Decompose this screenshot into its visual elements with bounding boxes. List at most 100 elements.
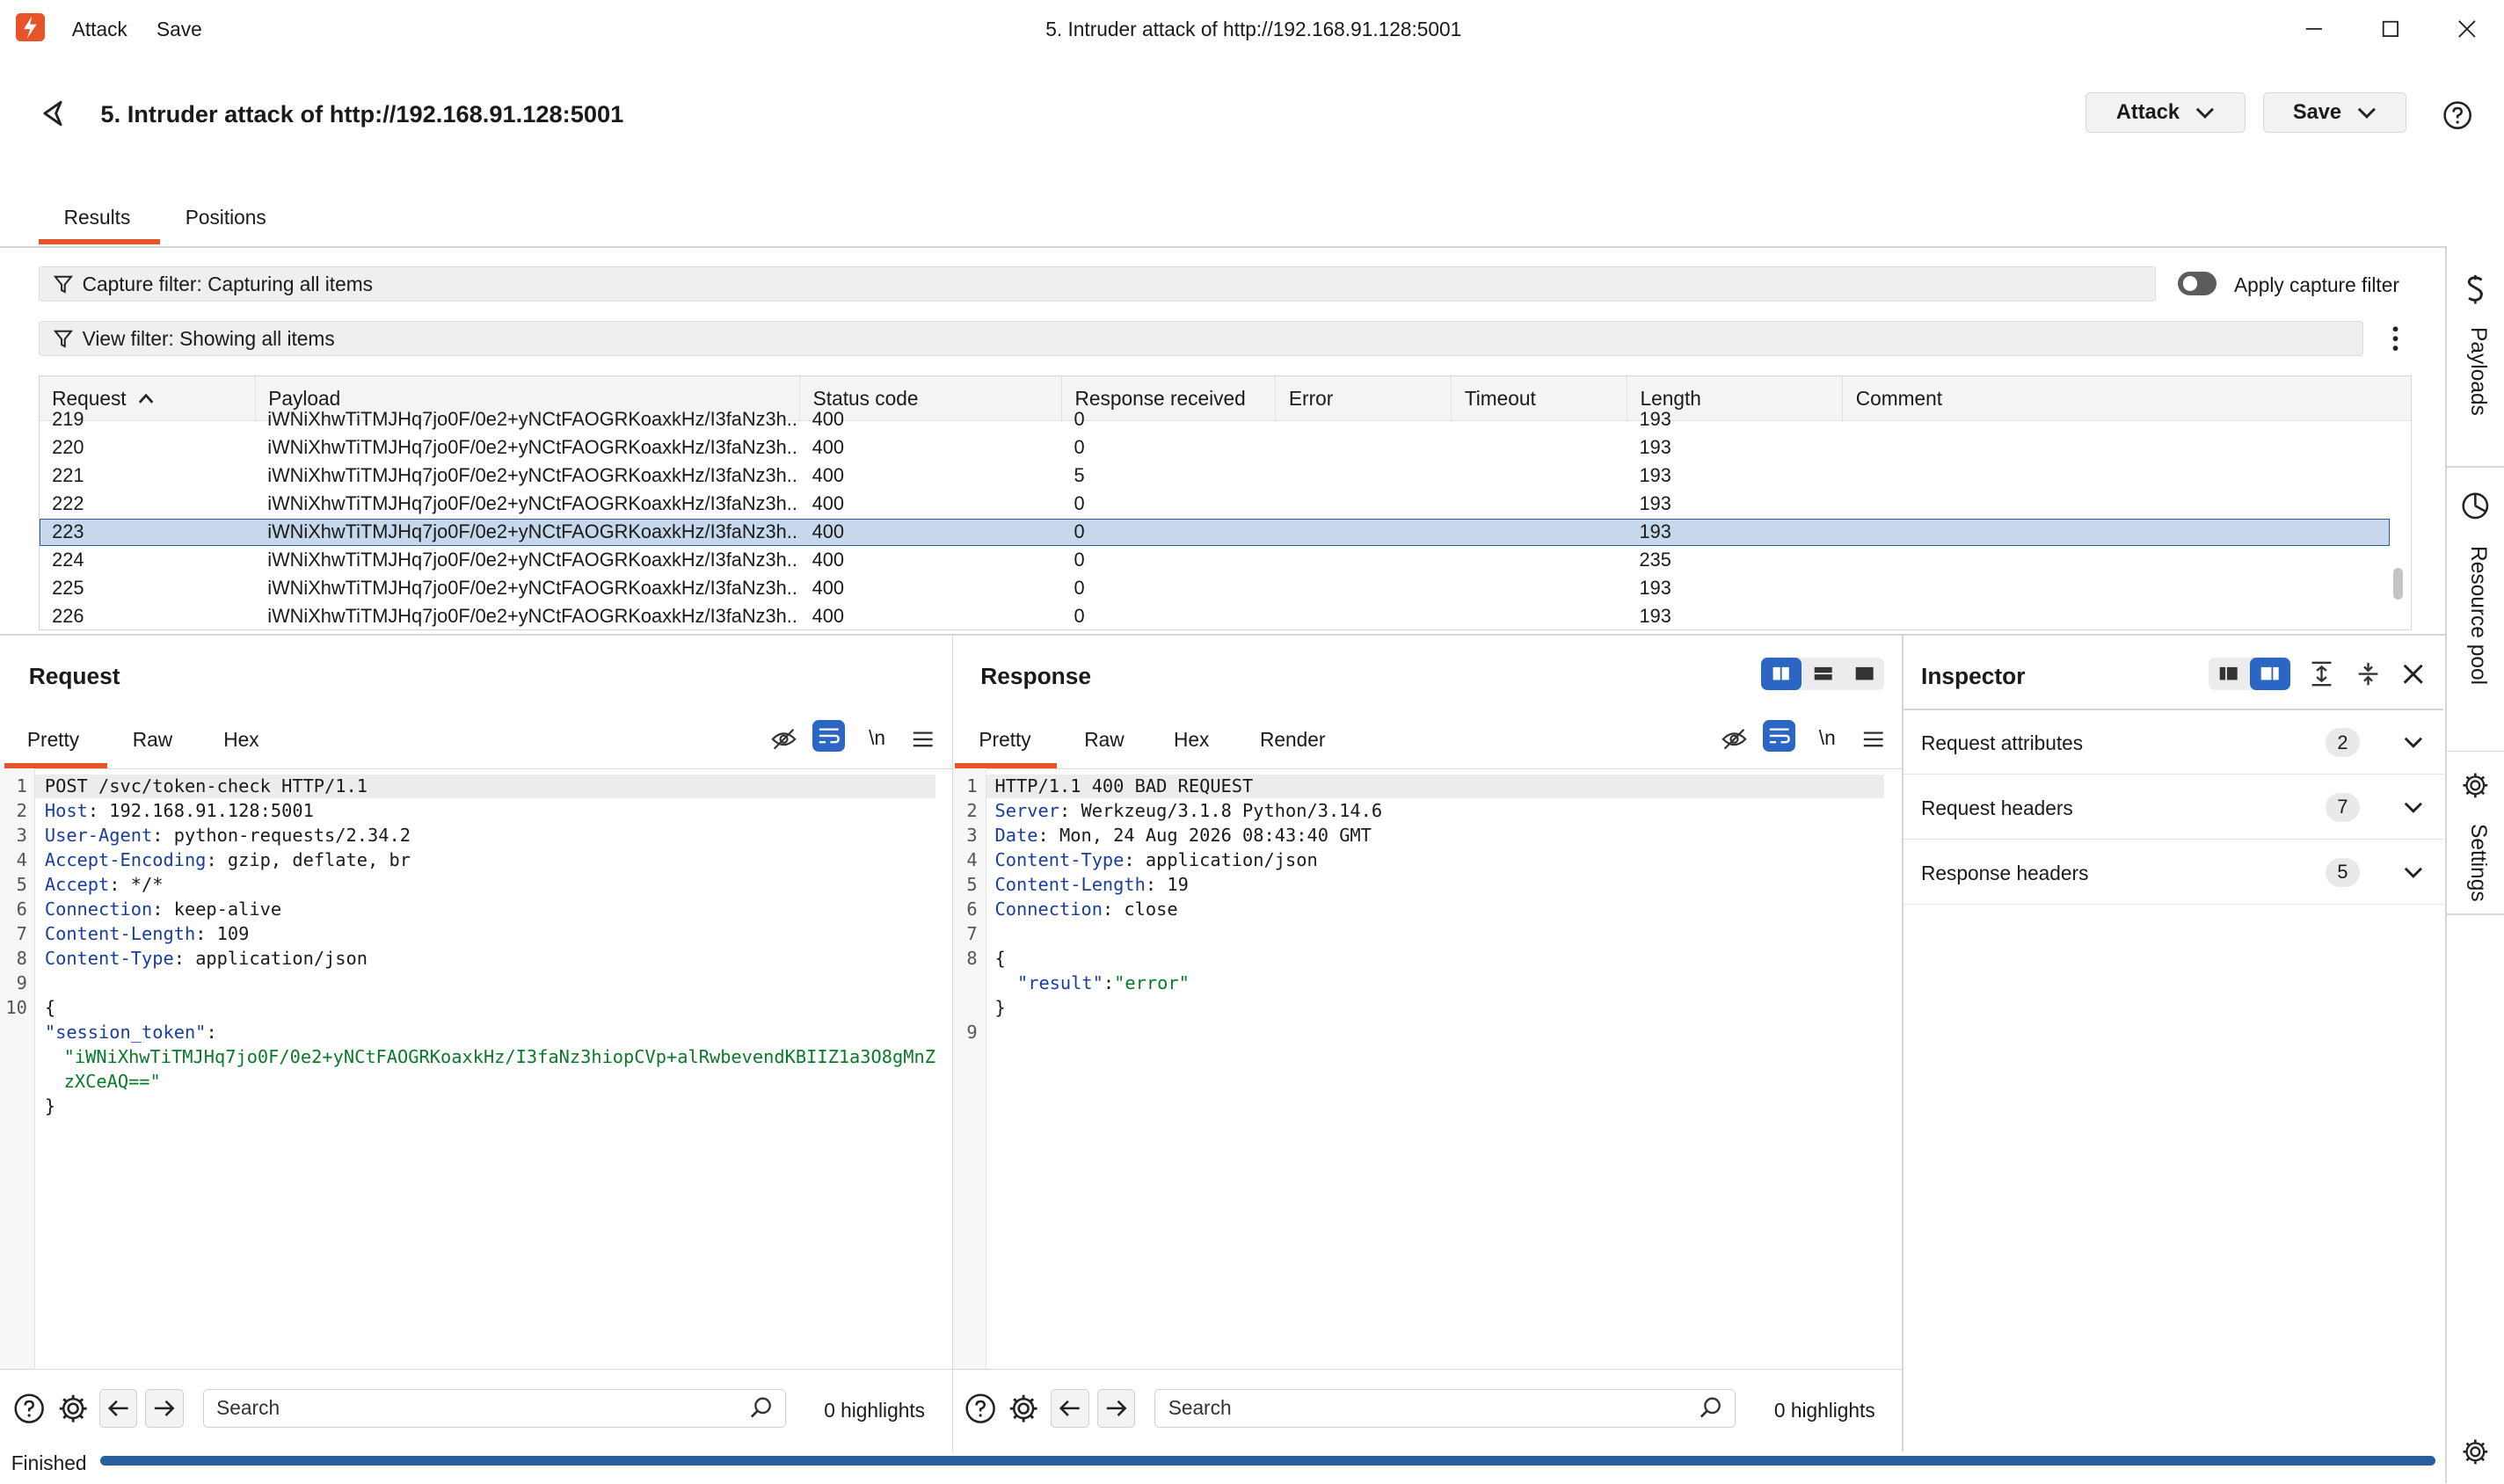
sidebar-item-payloads[interactable]: Payloads (2448, 264, 2504, 463)
request-tab-raw[interactable]: Raw (133, 728, 172, 752)
cell-request: 223 (52, 520, 84, 543)
view-filter-bar[interactable]: View filter: Showing all items (38, 321, 2364, 357)
sidebar-separator (2446, 913, 2504, 915)
header-name: Connection (44, 898, 153, 920)
line-text: { (994, 947, 1006, 969)
request-help-button[interactable] (10, 1389, 48, 1428)
inspector-section[interactable]: Request headers 7 (1903, 775, 2443, 840)
request-highlights-count: 0 highlights (824, 1399, 925, 1422)
request-next-button[interactable] (145, 1389, 184, 1428)
cell-status: 400 (812, 549, 844, 571)
kebab-menu-icon (2392, 326, 2398, 351)
table-row[interactable]: 223 iWNiXhwTiTMJHq7jo0F/0e2+yNCtFAOGRKoax… (39, 519, 2391, 547)
request-tab-pretty[interactable]: Pretty (27, 728, 79, 752)
response-wrap-lines-button[interactable] (1763, 720, 1795, 753)
wrap-lines-icon (819, 728, 840, 744)
response-menu-button[interactable] (1854, 720, 1893, 759)
table-row[interactable]: 221 iWNiXhwTiTMJHq7jo0F/0e2+yNCtFAOGRKoax… (40, 462, 2391, 490)
layout-single-button[interactable] (1845, 658, 1884, 689)
close-icon (2458, 19, 2476, 38)
inspector-section[interactable]: Request attributes 2 (1903, 710, 2443, 775)
newline-toggle-button[interactable]: \n (869, 726, 885, 750)
status-settings-button[interactable] (2461, 1437, 2493, 1469)
response-help-button[interactable] (961, 1389, 1000, 1428)
inspector-section[interactable]: Response headers 5 (1903, 840, 2443, 905)
cell-length: 193 (1639, 436, 1671, 459)
menu-attack[interactable]: Attack (72, 18, 127, 41)
save-button-label: Save (2292, 100, 2342, 124)
inspector-layout-right-button[interactable] (2250, 658, 2290, 690)
sidebar-label-resource-pool: Resource pool (2465, 546, 2490, 686)
back-button[interactable] (35, 96, 70, 131)
cell-payload: iWNiXhwTiTMJHq7jo0F/0e2+yNCtFAOGRKoaxkHz… (267, 577, 800, 600)
capture-filter-bar[interactable]: Capture filter: Capturing all items (38, 266, 2156, 302)
sidebar-divider (2444, 245, 2447, 1484)
response-previous-button[interactable] (1051, 1389, 1089, 1428)
request-tab-hex[interactable]: Hex (223, 728, 258, 752)
hide-nonprintable-button[interactable] (765, 720, 804, 759)
response-settings-button[interactable] (1004, 1389, 1043, 1428)
request-footer-divider (0, 1368, 952, 1371)
line-text: : 192.168.91.128:5001 (87, 799, 314, 821)
response-search-input[interactable]: Search (1154, 1389, 1736, 1428)
cell-length: 235 (1639, 549, 1671, 571)
cell-comment (1842, 491, 2390, 518)
wrap-lines-button[interactable] (812, 720, 845, 753)
request-menu-button[interactable] (904, 720, 943, 759)
more-options-button[interactable] (2383, 323, 2408, 354)
response-hide-nonprintable-button[interactable] (1715, 720, 1754, 759)
cell-error (1275, 462, 1451, 490)
save-dropdown-button[interactable]: Save (2262, 92, 2407, 133)
close-inspector-button[interactable] (2394, 655, 2433, 694)
apply-capture-filter-toggle[interactable] (2178, 271, 2216, 295)
request-tabs-divider (0, 767, 952, 770)
table-row[interactable]: 219 iWNiXhwTiTMJHq7jo0F/0e2+yNCtFAOGRKoax… (40, 406, 2391, 433)
response-tab-raw[interactable]: Raw (1084, 728, 1124, 752)
table-row[interactable]: 225 iWNiXhwTiTMJHq7jo0F/0e2+yNCtFAOGRKoax… (40, 575, 2391, 602)
line-text: { (44, 996, 56, 1018)
collapse-all-button[interactable] (2349, 655, 2388, 694)
response-tab-pretty[interactable]: Pretty (979, 728, 1030, 752)
maximize-button[interactable] (2354, 0, 2428, 57)
request-pane-title: Request (28, 662, 120, 689)
response-tab-hex[interactable]: Hex (1174, 728, 1209, 752)
chevron-down-icon (2195, 107, 2215, 119)
close-window-button[interactable] (2430, 0, 2504, 57)
cell-length: 193 (1639, 464, 1671, 487)
chevron-down-icon (2357, 107, 2377, 119)
request-previous-button[interactable] (98, 1389, 138, 1428)
tab-positions[interactable]: Positions (186, 206, 266, 229)
cell-error (1275, 603, 1451, 629)
table-row[interactable]: 220 iWNiXhwTiTMJHq7jo0F/0e2+yNCtFAOGRKoax… (40, 434, 2391, 462)
table-row[interactable]: 226 iWNiXhwTiTMJHq7jo0F/0e2+yNCtFAOGRKoax… (40, 603, 2391, 629)
request-search-input[interactable]: Search (202, 1389, 786, 1428)
attack-dropdown-button[interactable]: Attack (2085, 92, 2246, 133)
line-text: : keep-alive (152, 898, 282, 920)
tab-results[interactable]: Results (64, 206, 131, 229)
layout-side-by-side-button[interactable] (1761, 658, 1802, 690)
header-name: Server (994, 799, 1059, 821)
help-button[interactable] (2442, 99, 2473, 131)
expand-all-button[interactable] (2303, 655, 2341, 694)
inspector-layout-left-button[interactable] (2209, 658, 2248, 689)
cell-status: 400 (812, 464, 844, 487)
header-name: Date (994, 824, 1038, 846)
response-tab-render[interactable]: Render (1260, 728, 1325, 752)
sidebar-item-settings[interactable]: Settings (2448, 763, 2504, 923)
cell-timeout (1451, 434, 1627, 462)
table-scrollbar-thumb[interactable] (2392, 567, 2403, 600)
layout-stacked-button[interactable] (1803, 658, 1843, 689)
cell-error (1275, 519, 1451, 546)
request-settings-button[interactable] (55, 1389, 93, 1428)
response-next-button[interactable] (1096, 1389, 1136, 1428)
menu-save[interactable]: Save (156, 18, 202, 41)
panel-right-icon (2260, 667, 2279, 680)
table-row[interactable]: 222 iWNiXhwTiTMJHq7jo0F/0e2+yNCtFAOGRKoax… (40, 491, 2391, 518)
table-row[interactable]: 224 iWNiXhwTiTMJHq7jo0F/0e2+yNCtFAOGRKoax… (40, 547, 2391, 574)
sidebar-item-resource-pool[interactable]: Resource pool (2448, 479, 2504, 751)
response-newline-toggle-button[interactable]: \n (1819, 726, 1836, 750)
cell-received: 0 (1074, 492, 1085, 515)
cell-request: 221 (52, 464, 84, 487)
minimize-button[interactable] (2277, 0, 2351, 57)
window-title: 5. Intruder attack of http://192.168.91.… (1045, 17, 1462, 40)
